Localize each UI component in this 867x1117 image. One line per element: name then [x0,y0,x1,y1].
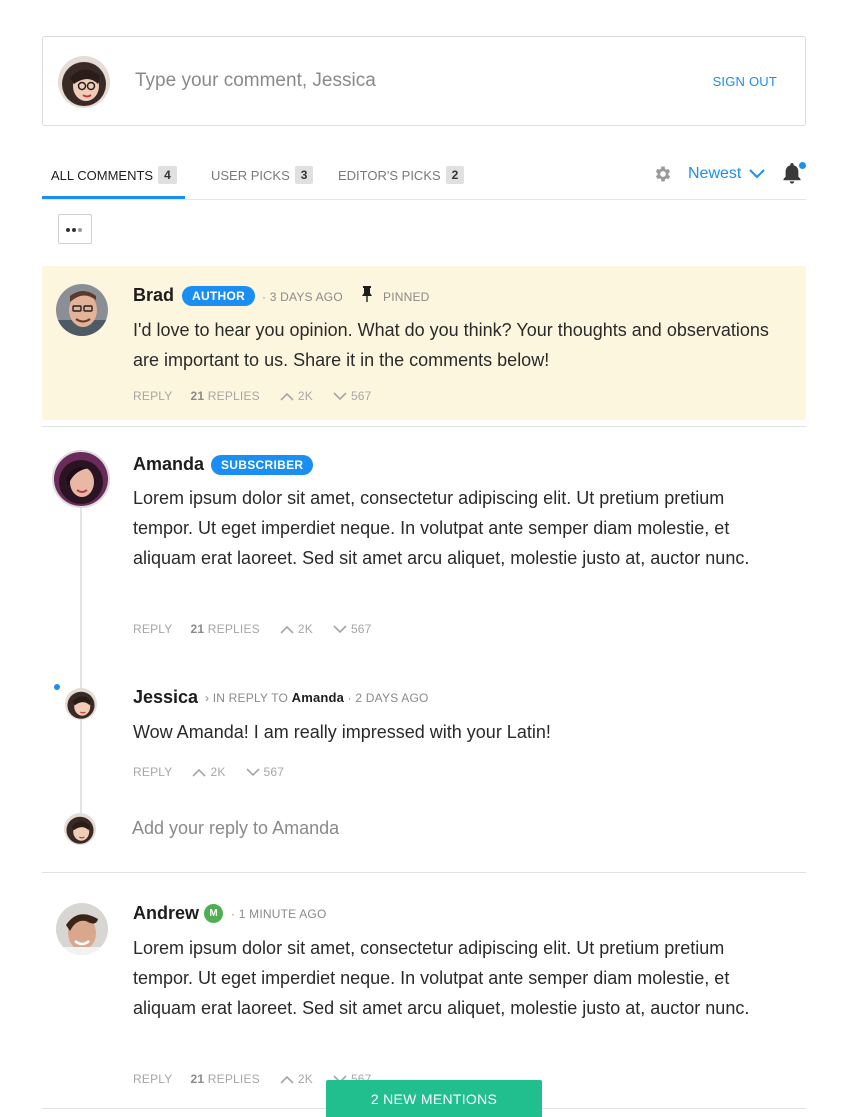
reply-button[interactable]: REPLY [133,765,172,779]
divider [42,872,806,873]
thread-line [80,508,82,693]
active-tab-indicator [42,196,185,199]
chevron-up-icon [280,1075,294,1084]
in-reply-to-label: › IN REPLY TO [205,691,289,705]
comment-tabs: ALL COMMENTS 4 USER PICKS 3 EDITOR'S PIC… [42,150,806,200]
comment-body: Lorem ipsum dolor sit amet, consectetur … [133,938,750,1018]
thread-line [80,720,82,815]
comment-input[interactable]: Type your comment, Jessica [135,70,376,92]
tab-label: USER PICKS [211,167,290,183]
upvote-button[interactable]: 2K [192,765,225,779]
author-badge: AUTHOR [182,286,256,306]
comment-time: · 2 DAYS AGO [347,691,429,705]
upvote-button[interactable]: 2K [280,622,313,636]
tab-editors-picks[interactable]: EDITOR'S PICKS 2 [338,166,465,184]
notification-dot [799,162,806,169]
new-mentions-button[interactable]: 2 NEW MENTIONS [326,1080,542,1117]
reply-target-link[interactable]: Amanda [292,690,345,705]
comment-composer[interactable]: Type your comment, Jessica SIGN OUT [42,36,806,126]
downvote-button[interactable]: 567 [245,765,285,779]
comment-author[interactable]: Andrew [133,903,199,924]
upvote-button[interactable]: 2K [280,389,313,403]
current-user-avatar [58,56,110,108]
replies-label: REPLIES [207,622,260,636]
downvote-count: 567 [350,622,372,636]
pinned-label: PINNED [383,290,430,304]
tab-all-comments[interactable]: ALL COMMENTS 4 [51,166,177,184]
replies-toggle[interactable]: 21 REPLIES [190,622,259,636]
comment-body: I'd love to hear you opinion. What do yo… [133,320,769,370]
replies-count: 21 [190,1072,205,1086]
upvote-button[interactable]: 2K [280,1072,313,1086]
replies-label: REPLIES [207,389,260,403]
comment-actions: REPLY 2K 567 [133,765,284,779]
comment-actions: REPLY 21 REPLIES 2K 567 [133,389,372,403]
reply-button[interactable]: REPLY [133,389,172,403]
tab-count: 4 [158,166,177,184]
tab-count: 3 [294,166,314,184]
moderator-badge: M [204,904,223,923]
pin-icon [362,286,372,302]
comment-author[interactable]: Jessica [133,687,198,708]
unread-dot [54,684,60,690]
reply-context: › IN REPLY TO Amanda · 2 DAYS AGO [205,690,429,705]
divider [42,426,806,427]
tab-label: ALL COMMENTS [51,167,154,183]
ellipsis-icon [66,228,82,232]
comment-author[interactable]: Brad [133,285,174,306]
tab-count: 2 [445,166,465,184]
upvote-count: 2K [297,389,313,403]
comment-time: · 3 DAYS AGO [262,290,343,304]
downvote-count: 567 [263,765,285,779]
subscriber-badge: SUBSCRIBER [211,455,314,475]
brad-avatar[interactable] [56,284,108,336]
more-options-button[interactable] [58,214,92,244]
comment-body: Wow Amanda! I am really impressed with y… [133,722,551,742]
downvote-button[interactable]: 567 [333,622,372,636]
sign-out-link[interactable]: SIGN OUT [713,74,777,89]
reply-input[interactable]: Add your reply to Amanda [132,818,339,839]
chevron-up-icon [192,768,207,777]
replies-count: 21 [190,389,205,403]
chevron-down-icon [749,169,766,179]
reply-button[interactable]: REPLY [133,1072,172,1086]
tab-user-picks[interactable]: USER PICKS 3 [211,166,314,184]
comment-time: · 1 MINUTE AGO [231,907,327,921]
comment-author[interactable]: Amanda [133,454,204,475]
gear-icon[interactable] [653,164,673,184]
replies-count: 21 [190,622,205,636]
sort-label: Newest [688,165,742,182]
replies-toggle[interactable]: 21 REPLIES [190,389,259,403]
tab-label: EDITOR'S PICKS [338,167,441,183]
reply-button[interactable]: REPLY [133,622,172,636]
current-user-avatar [64,813,96,845]
amanda-avatar[interactable] [52,450,110,508]
chevron-down-icon [245,767,260,776]
jessica-avatar[interactable] [65,688,97,720]
chevron-up-icon [280,392,294,401]
upvote-count: 2K [297,1072,313,1086]
andrew-avatar[interactable] [56,903,108,955]
upvote-count: 2K [297,622,313,636]
chevron-up-icon [280,625,294,634]
upvote-count: 2K [210,765,226,779]
replies-toggle[interactable]: 21 REPLIES [190,1072,259,1086]
downvote-button[interactable]: 567 [333,389,372,403]
comment-actions: REPLY 21 REPLIES 2K 567 [133,622,372,636]
comment-body: Lorem ipsum dolor sit amet, consectetur … [133,488,750,568]
chevron-down-icon [333,624,347,633]
downvote-count: 567 [350,389,372,403]
replies-label: REPLIES [207,1072,260,1086]
sort-dropdown[interactable]: Newest [688,165,766,183]
chevron-down-icon [333,391,347,400]
